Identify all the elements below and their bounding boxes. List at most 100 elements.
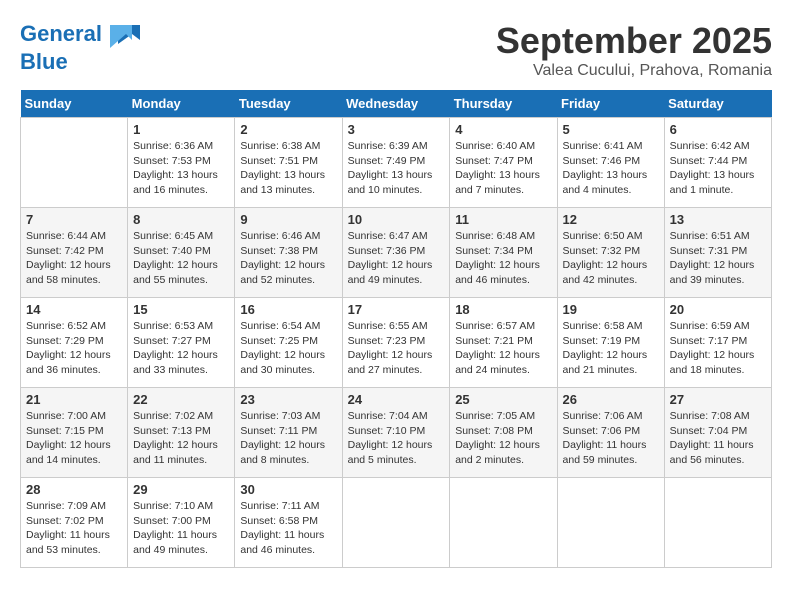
calendar-day-cell: 2 Sunrise: 6:38 AM Sunset: 7:51 PM Daylig… (235, 118, 342, 208)
day-info: Sunrise: 6:38 AM Sunset: 7:51 PM Dayligh… (240, 139, 336, 198)
calendar-table: SundayMondayTuesdayWednesdayThursdayFrid… (20, 90, 772, 568)
day-info: Sunrise: 7:10 AM Sunset: 7:00 PM Dayligh… (133, 499, 229, 558)
location: Valea Cucului, Prahova, Romania (496, 62, 772, 80)
day-info: Sunrise: 6:42 AM Sunset: 7:44 PM Dayligh… (670, 139, 766, 198)
day-info: Sunrise: 7:00 AM Sunset: 7:15 PM Dayligh… (26, 409, 122, 468)
calendar-day-cell: 28 Sunrise: 7:09 AM Sunset: 7:02 PM Dayli… (21, 478, 128, 568)
calendar-day-cell: 21 Sunrise: 7:00 AM Sunset: 7:15 PM Dayli… (21, 388, 128, 478)
calendar-day-cell: 18Sunrise: 6:57 AM Sunset: 7:21 PM Dayli… (450, 298, 557, 388)
day-number: 9 (240, 212, 336, 227)
day-number: 20 (670, 302, 766, 317)
calendar-day-cell: 9 Sunrise: 6:46 AM Sunset: 7:38 PM Daylig… (235, 208, 342, 298)
day-info: Sunrise: 6:46 AM Sunset: 7:38 PM Dayligh… (240, 229, 336, 288)
day-info: Sunrise: 6:47 AM Sunset: 7:36 PM Dayligh… (348, 229, 445, 288)
day-number: 2 (240, 122, 336, 137)
calendar-week-row: 14 Sunrise: 6:52 AM Sunset: 7:29 PM Dayli… (21, 298, 772, 388)
day-number: 25 (455, 392, 551, 407)
weekday-header: Wednesday (342, 90, 450, 118)
day-info: Sunrise: 6:51 AM Sunset: 7:31 PM Dayligh… (670, 229, 766, 288)
calendar-day-cell: 19 Sunrise: 6:58 AM Sunset: 7:19 PM Dayli… (557, 298, 664, 388)
calendar-day-cell (664, 478, 771, 568)
logo-text: General (20, 20, 140, 50)
calendar-week-row: 21 Sunrise: 7:00 AM Sunset: 7:15 PM Dayli… (21, 388, 772, 478)
day-info: Sunrise: 6:50 AM Sunset: 7:32 PM Dayligh… (563, 229, 659, 288)
calendar-day-cell (557, 478, 664, 568)
calendar-day-cell: 8Sunrise: 6:45 AM Sunset: 7:40 PM Daylig… (128, 208, 235, 298)
day-number: 14 (26, 302, 122, 317)
day-info: Sunrise: 6:58 AM Sunset: 7:19 PM Dayligh… (563, 319, 659, 378)
calendar-week-row: 28 Sunrise: 7:09 AM Sunset: 7:02 PM Dayli… (21, 478, 772, 568)
calendar-day-cell: 12 Sunrise: 6:50 AM Sunset: 7:32 PM Dayli… (557, 208, 664, 298)
calendar-day-cell: 24Sunrise: 7:04 AM Sunset: 7:10 PM Dayli… (342, 388, 450, 478)
calendar-day-cell: 26Sunrise: 7:06 AM Sunset: 7:06 PM Dayli… (557, 388, 664, 478)
calendar-day-cell: 14 Sunrise: 6:52 AM Sunset: 7:29 PM Dayli… (21, 298, 128, 388)
weekday-header: Saturday (664, 90, 771, 118)
day-info: Sunrise: 7:08 AM Sunset: 7:04 PM Dayligh… (670, 409, 766, 468)
day-info: Sunrise: 6:40 AM Sunset: 7:47 PM Dayligh… (455, 139, 551, 198)
day-number: 12 (563, 212, 659, 227)
calendar-day-cell: 22 Sunrise: 7:02 AM Sunset: 7:13 PM Dayli… (128, 388, 235, 478)
day-number: 22 (133, 392, 229, 407)
calendar-day-cell: 11Sunrise: 6:48 AM Sunset: 7:34 PM Dayli… (450, 208, 557, 298)
day-number: 1 (133, 122, 229, 137)
day-info: Sunrise: 6:44 AM Sunset: 7:42 PM Dayligh… (26, 229, 122, 288)
day-number: 21 (26, 392, 122, 407)
weekday-header: Thursday (450, 90, 557, 118)
calendar-day-cell: 17 Sunrise: 6:55 AM Sunset: 7:23 PM Dayli… (342, 298, 450, 388)
weekday-header: Friday (557, 90, 664, 118)
day-number: 5 (563, 122, 659, 137)
calendar-day-cell: 1 Sunrise: 6:36 AM Sunset: 7:53 PM Daylig… (128, 118, 235, 208)
day-number: 19 (563, 302, 659, 317)
day-number: 27 (670, 392, 766, 407)
calendar-day-cell: 5 Sunrise: 6:41 AM Sunset: 7:46 PM Daylig… (557, 118, 664, 208)
day-info: Sunrise: 7:11 AM Sunset: 6:58 PM Dayligh… (240, 499, 336, 558)
calendar-day-cell: 13 Sunrise: 6:51 AM Sunset: 7:31 PM Dayli… (664, 208, 771, 298)
calendar-day-cell: 27 Sunrise: 7:08 AM Sunset: 7:04 PM Dayli… (664, 388, 771, 478)
day-info: Sunrise: 6:41 AM Sunset: 7:46 PM Dayligh… (563, 139, 659, 198)
day-info: Sunrise: 6:59 AM Sunset: 7:17 PM Dayligh… (670, 319, 766, 378)
day-info: Sunrise: 7:03 AM Sunset: 7:11 PM Dayligh… (240, 409, 336, 468)
day-number: 4 (455, 122, 551, 137)
day-info: Sunrise: 6:57 AM Sunset: 7:21 PM Dayligh… (455, 319, 551, 378)
day-number: 23 (240, 392, 336, 407)
day-info: Sunrise: 7:02 AM Sunset: 7:13 PM Dayligh… (133, 409, 229, 468)
day-info: Sunrise: 6:39 AM Sunset: 7:49 PM Dayligh… (348, 139, 445, 198)
day-number: 29 (133, 482, 229, 497)
day-number: 3 (348, 122, 445, 137)
month-title: September 2025 (496, 20, 772, 62)
day-number: 17 (348, 302, 445, 317)
day-number: 6 (670, 122, 766, 137)
day-info: Sunrise: 6:53 AM Sunset: 7:27 PM Dayligh… (133, 319, 229, 378)
day-info: Sunrise: 7:09 AM Sunset: 7:02 PM Dayligh… (26, 499, 122, 558)
day-number: 7 (26, 212, 122, 227)
calendar-day-cell: 4 Sunrise: 6:40 AM Sunset: 7:47 PM Daylig… (450, 118, 557, 208)
day-number: 15 (133, 302, 229, 317)
calendar-day-cell: 20 Sunrise: 6:59 AM Sunset: 7:17 PM Dayli… (664, 298, 771, 388)
calendar-day-cell: 7 Sunrise: 6:44 AM Sunset: 7:42 PM Daylig… (21, 208, 128, 298)
calendar-day-cell: 6 Sunrise: 6:42 AM Sunset: 7:44 PM Daylig… (664, 118, 771, 208)
weekday-header: Tuesday (235, 90, 342, 118)
calendar-day-cell (450, 478, 557, 568)
calendar-week-row: 7 Sunrise: 6:44 AM Sunset: 7:42 PM Daylig… (21, 208, 772, 298)
calendar-day-cell: 10 Sunrise: 6:47 AM Sunset: 7:36 PM Dayli… (342, 208, 450, 298)
day-number: 28 (26, 482, 122, 497)
day-number: 24 (348, 392, 445, 407)
day-info: Sunrise: 6:54 AM Sunset: 7:25 PM Dayligh… (240, 319, 336, 378)
calendar-day-cell (21, 118, 128, 208)
day-info: Sunrise: 6:36 AM Sunset: 7:53 PM Dayligh… (133, 139, 229, 198)
logo: General Blue (20, 20, 140, 74)
day-number: 16 (240, 302, 336, 317)
page-header: General Blue September 2025 Valea Cuculu… (20, 20, 772, 80)
title-block: September 2025 Valea Cucului, Prahova, R… (496, 20, 772, 80)
weekday-header-row: SundayMondayTuesdayWednesdayThursdayFrid… (21, 90, 772, 118)
calendar-day-cell: 16 Sunrise: 6:54 AM Sunset: 7:25 PM Dayli… (235, 298, 342, 388)
day-info: Sunrise: 6:55 AM Sunset: 7:23 PM Dayligh… (348, 319, 445, 378)
day-number: 8 (133, 212, 229, 227)
day-info: Sunrise: 6:52 AM Sunset: 7:29 PM Dayligh… (26, 319, 122, 378)
day-number: 13 (670, 212, 766, 227)
calendar-day-cell (342, 478, 450, 568)
day-number: 26 (563, 392, 659, 407)
calendar-day-cell: 25 Sunrise: 7:05 AM Sunset: 7:08 PM Dayli… (450, 388, 557, 478)
day-number: 10 (348, 212, 445, 227)
day-info: Sunrise: 7:05 AM Sunset: 7:08 PM Dayligh… (455, 409, 551, 468)
